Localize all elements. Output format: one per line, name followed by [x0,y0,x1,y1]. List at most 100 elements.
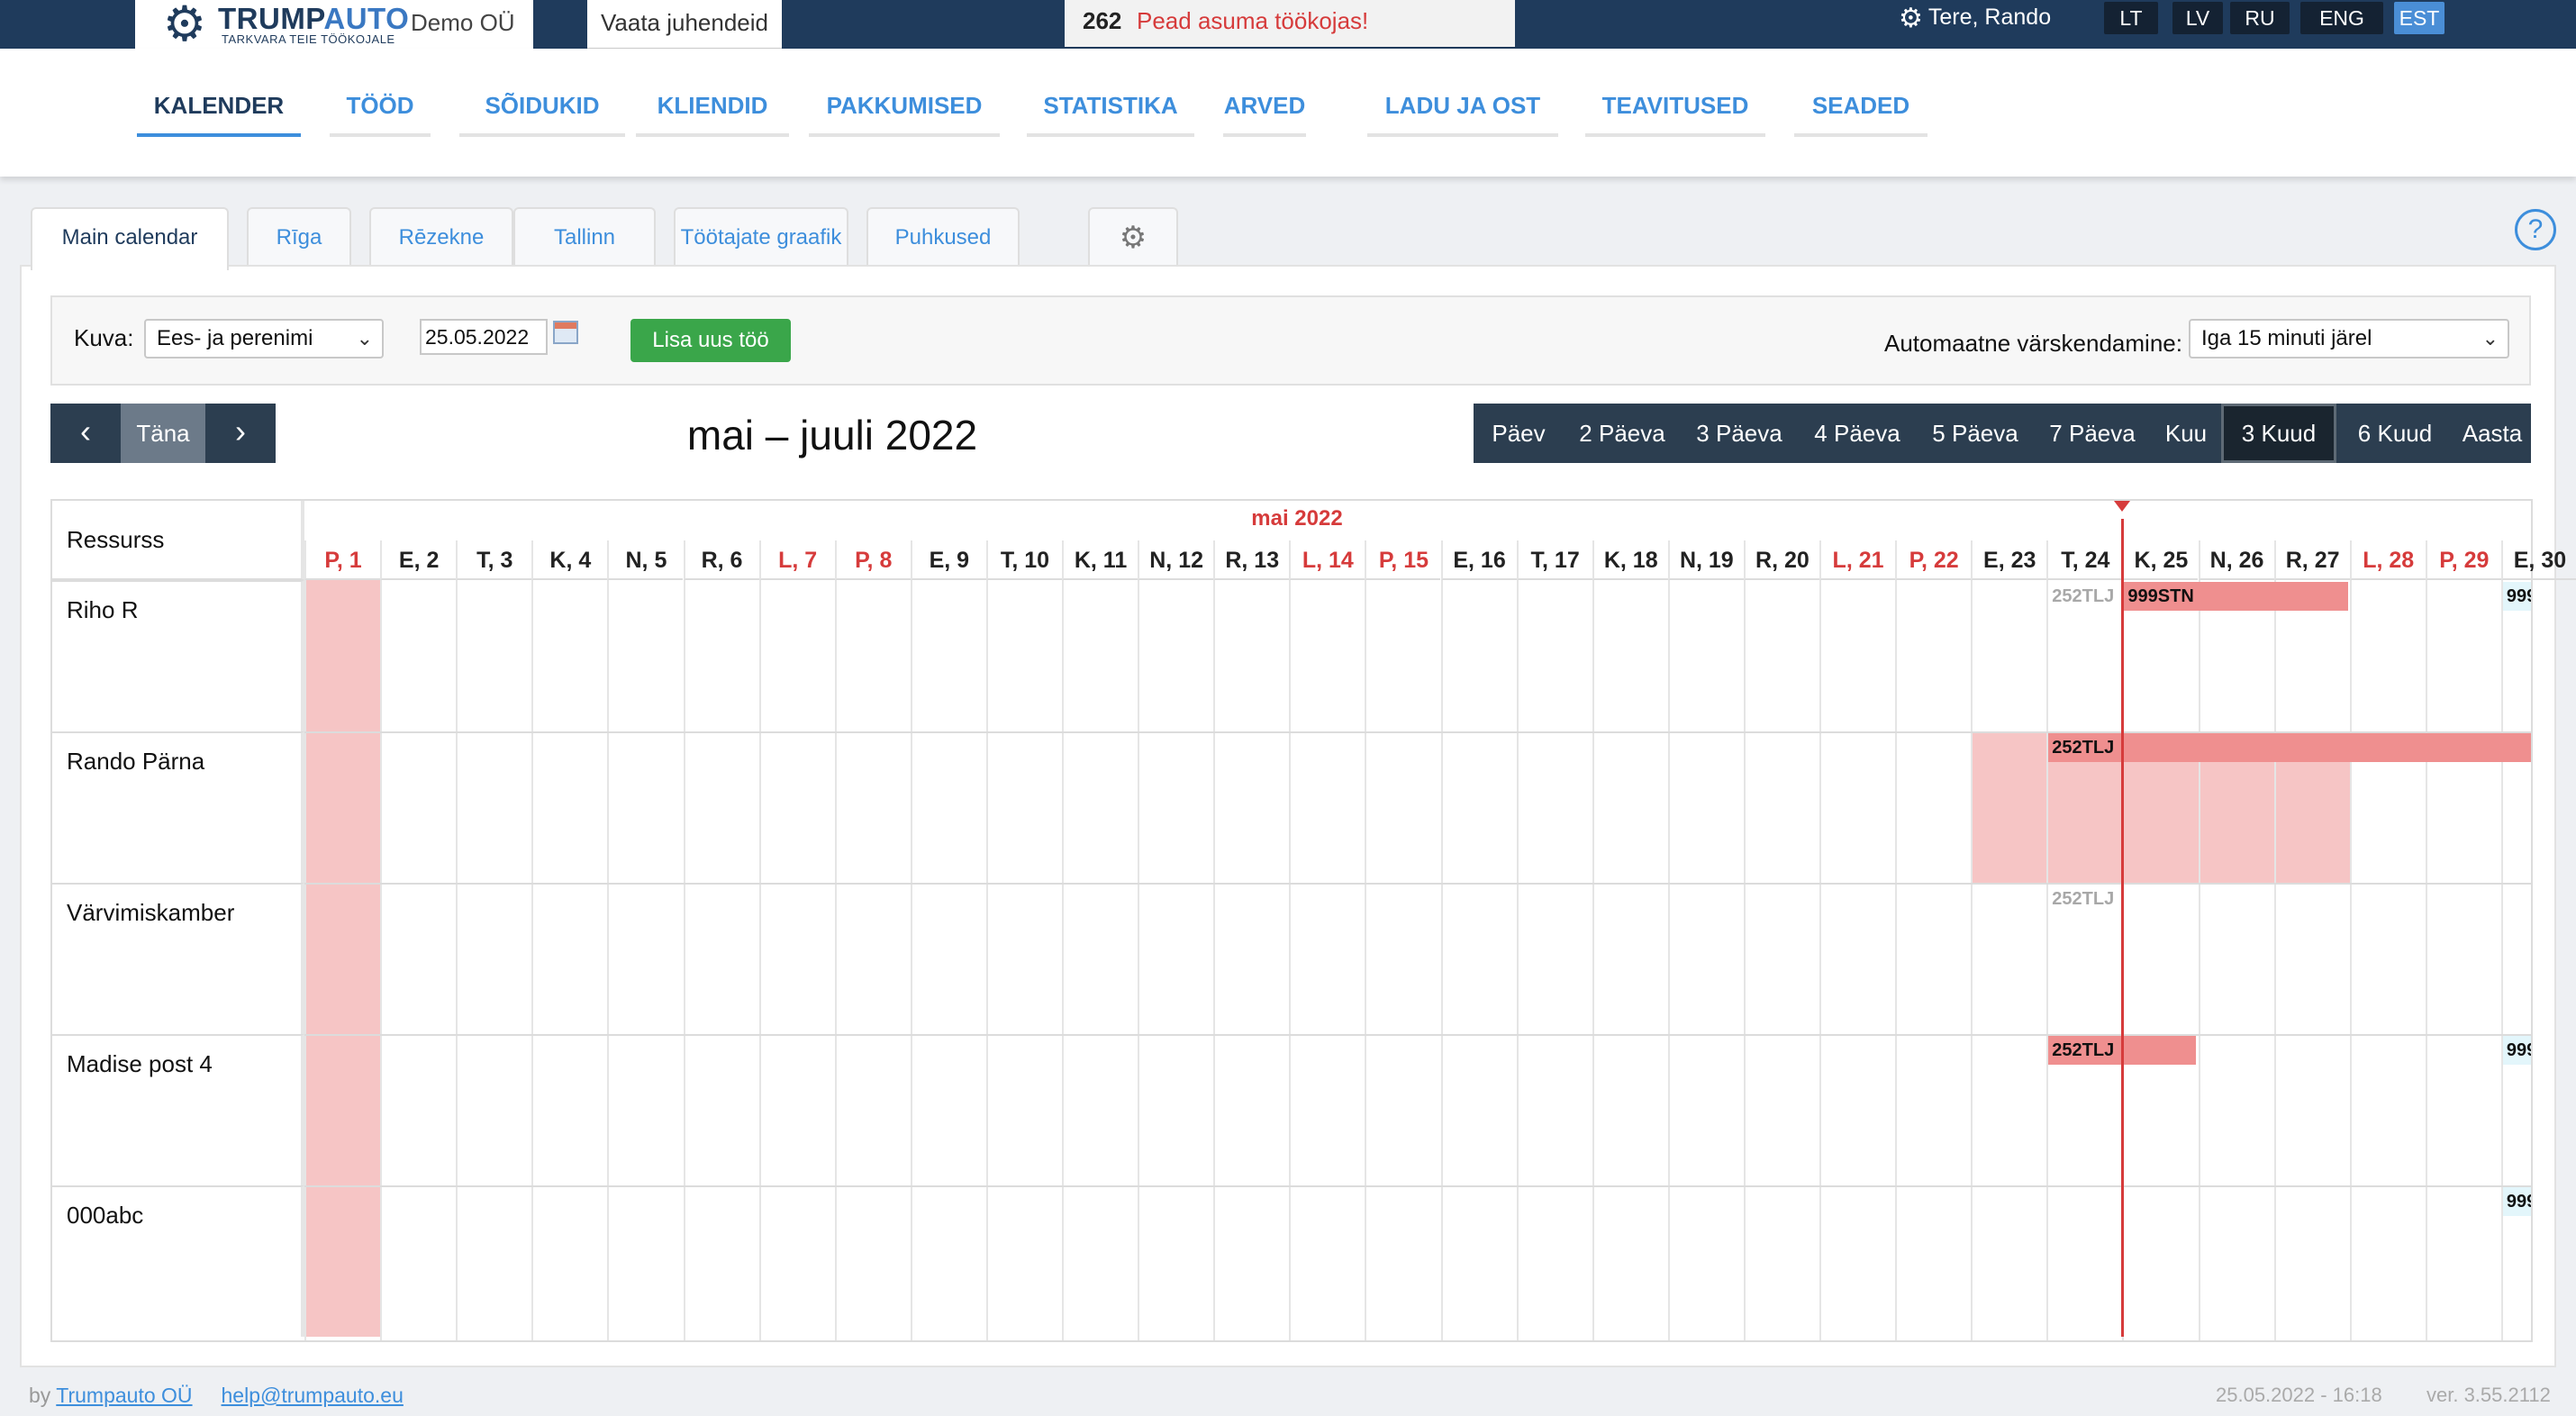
auto-refresh-value: Iga 15 minuti järel [2201,326,2372,350]
nav-underline [1367,133,1558,137]
lang-lv-button[interactable]: LV [2172,2,2223,34]
day-header: R, 6 [683,540,759,580]
gear-icon: ⚙ [1899,4,1923,33]
today-line [2121,519,2125,1337]
lang-est-button[interactable]: EST [2394,2,2444,34]
job-event[interactable]: 999 [2502,582,2531,611]
day-highlight [304,580,381,1337]
lang-lt-button[interactable]: LT [2104,2,2158,34]
month-label: mai 2022 [1251,506,1343,531]
tab-4[interactable]: Tallinn [513,207,656,267]
day-gridline [2425,580,2427,1340]
nav-statistika[interactable]: STATISTIKA [1027,92,1194,137]
calendar-icon[interactable] [553,321,578,344]
view-select[interactable]: Ees- ja perenimi ⌄ [144,319,384,359]
job-event[interactable]: 252TLJ [2048,885,2120,913]
auto-refresh-select[interactable]: Iga 15 minuti järel ⌄ [2189,319,2509,359]
user-menu[interactable]: ⚙ Tere, Rando [1899,0,2051,34]
nav-ladu-ja-ost[interactable]: LADU JA OST [1367,92,1558,137]
prev-button[interactable]: ‹ [50,404,121,463]
nav-underline [1585,133,1765,137]
resource-row-label: Värvimiskamber [52,883,304,1034]
day-header: R, 20 [1743,540,1819,580]
day-header: P, 8 [834,540,911,580]
nav-seaded[interactable]: SEADED [1794,92,1927,137]
view-kuu[interactable]: Kuu [2151,404,2221,463]
day-gridline [380,580,383,1340]
email-link[interactable]: help@trumpauto.eu [222,1384,404,1407]
day-gridline [1592,580,1594,1340]
job-event[interactable]: 999 [2502,1187,2531,1216]
resource-column-header: Ressurss [52,501,304,580]
lang-eng-button[interactable]: ENG [2300,2,2383,34]
view-5-päeva[interactable]: 5 Päeva [1917,404,2034,463]
day-header: L, 14 [1289,540,1365,580]
day-header: K, 18 [1592,540,1668,580]
job-event[interactable]: 999 [2502,1036,2531,1065]
view-3-kuud[interactable]: 3 Kuud [2221,404,2336,463]
nav-arved[interactable]: ARVED [1223,92,1306,137]
nav-label: LADU JA OST [1384,92,1541,119]
help-icon[interactable]: ? [2515,209,2556,250]
view-päev[interactable]: Päev [1474,404,1564,463]
nav-teavitused[interactable]: TEAVITUSED [1585,92,1765,137]
nav-label: SEADED [1811,92,1910,119]
nav-kalender[interactable]: KALENDER [137,92,301,137]
add-job-button[interactable]: Lisa uus töö [630,319,791,362]
day-header: E, 16 [1440,540,1517,580]
today-marker-icon [2114,501,2131,512]
nav-kliendid[interactable]: KLIENDID [636,92,789,137]
day-header: L, 28 [2349,540,2426,580]
day-header: T, 10 [985,540,1062,580]
tab-5[interactable]: Töötajate graafik [674,207,848,267]
view-2-päeva[interactable]: 2 Päeva [1564,404,1681,463]
date-input[interactable]: 25.05.2022 [420,319,548,355]
view-aasta[interactable]: Aasta [2454,404,2531,463]
day-gridline [1213,580,1216,1340]
nav-underline [636,133,789,137]
day-header: R, 27 [2273,540,2350,580]
row-gridline [304,883,2531,885]
day-gridline [1289,580,1292,1340]
view-7-päeva[interactable]: 7 Päeva [2034,404,2151,463]
day-gridline [531,580,534,1340]
today-button[interactable]: Täna [121,404,205,463]
resource-row-label: 000abc [52,1185,304,1337]
day-header: P, 1 [304,540,381,580]
guides-link[interactable]: Vaata juhendeid [587,0,782,49]
logo-title: TRUMPAUTO [218,2,410,35]
job-event[interactable]: 252TLJ [2048,582,2120,611]
view-4-päeva[interactable]: 4 Päeva [1798,404,1917,463]
view-label: Kuva: [74,324,134,351]
tab-6[interactable]: Puhkused [866,207,1020,267]
date-range-title: mai – juuli 2022 [686,412,978,458]
view-3-päeva[interactable]: 3 Päeva [1681,404,1798,463]
nav-tööd[interactable]: TÖÖD [330,92,431,137]
nav-sõidukid[interactable]: SÕIDUKID [459,92,625,137]
logo[interactable]: ⚙ TRUMPAUTO TARKVARA TEIE TÖÖKOJALE Demo… [135,0,533,49]
resource-row-label: Riho R [52,580,304,731]
day-header: E, 9 [910,540,986,580]
day-gridline [2273,580,2276,1340]
day-gridline [304,580,306,1340]
day-gridline [1365,580,1367,1340]
day-gridline [683,580,685,1340]
tab-3[interactable]: Rēzekne [369,207,513,267]
job-event[interactable]: 999STN [2124,582,2348,611]
nav-pakkumised[interactable]: PAKKUMISED [809,92,1000,137]
next-button[interactable]: › [205,404,276,463]
tab-1[interactable]: Main calendar [31,207,229,270]
lang-ru-button[interactable]: RU [2230,2,2290,34]
footer-timestamp: 25.05.2022 - 16:18 [2216,1384,2382,1406]
logo-gear-icon: ⚙ [162,0,207,51]
nav-label: TÖÖD [346,92,414,119]
calendar-settings-tab[interactable]: ⚙ [1088,207,1178,267]
day-gridline [1440,580,1443,1340]
workshop-notice[interactable]: 262 Pead asuma töökojas! [1065,0,1515,47]
day-header: E, 2 [380,540,457,580]
day-gridline [1971,580,1973,1340]
company-link[interactable]: Trumpauto OÜ [56,1384,192,1407]
view-6-kuud[interactable]: 6 Kuud [2336,404,2454,463]
nav-label: STATISTIKA [1043,92,1178,119]
tab-2[interactable]: Rīga [247,207,351,267]
